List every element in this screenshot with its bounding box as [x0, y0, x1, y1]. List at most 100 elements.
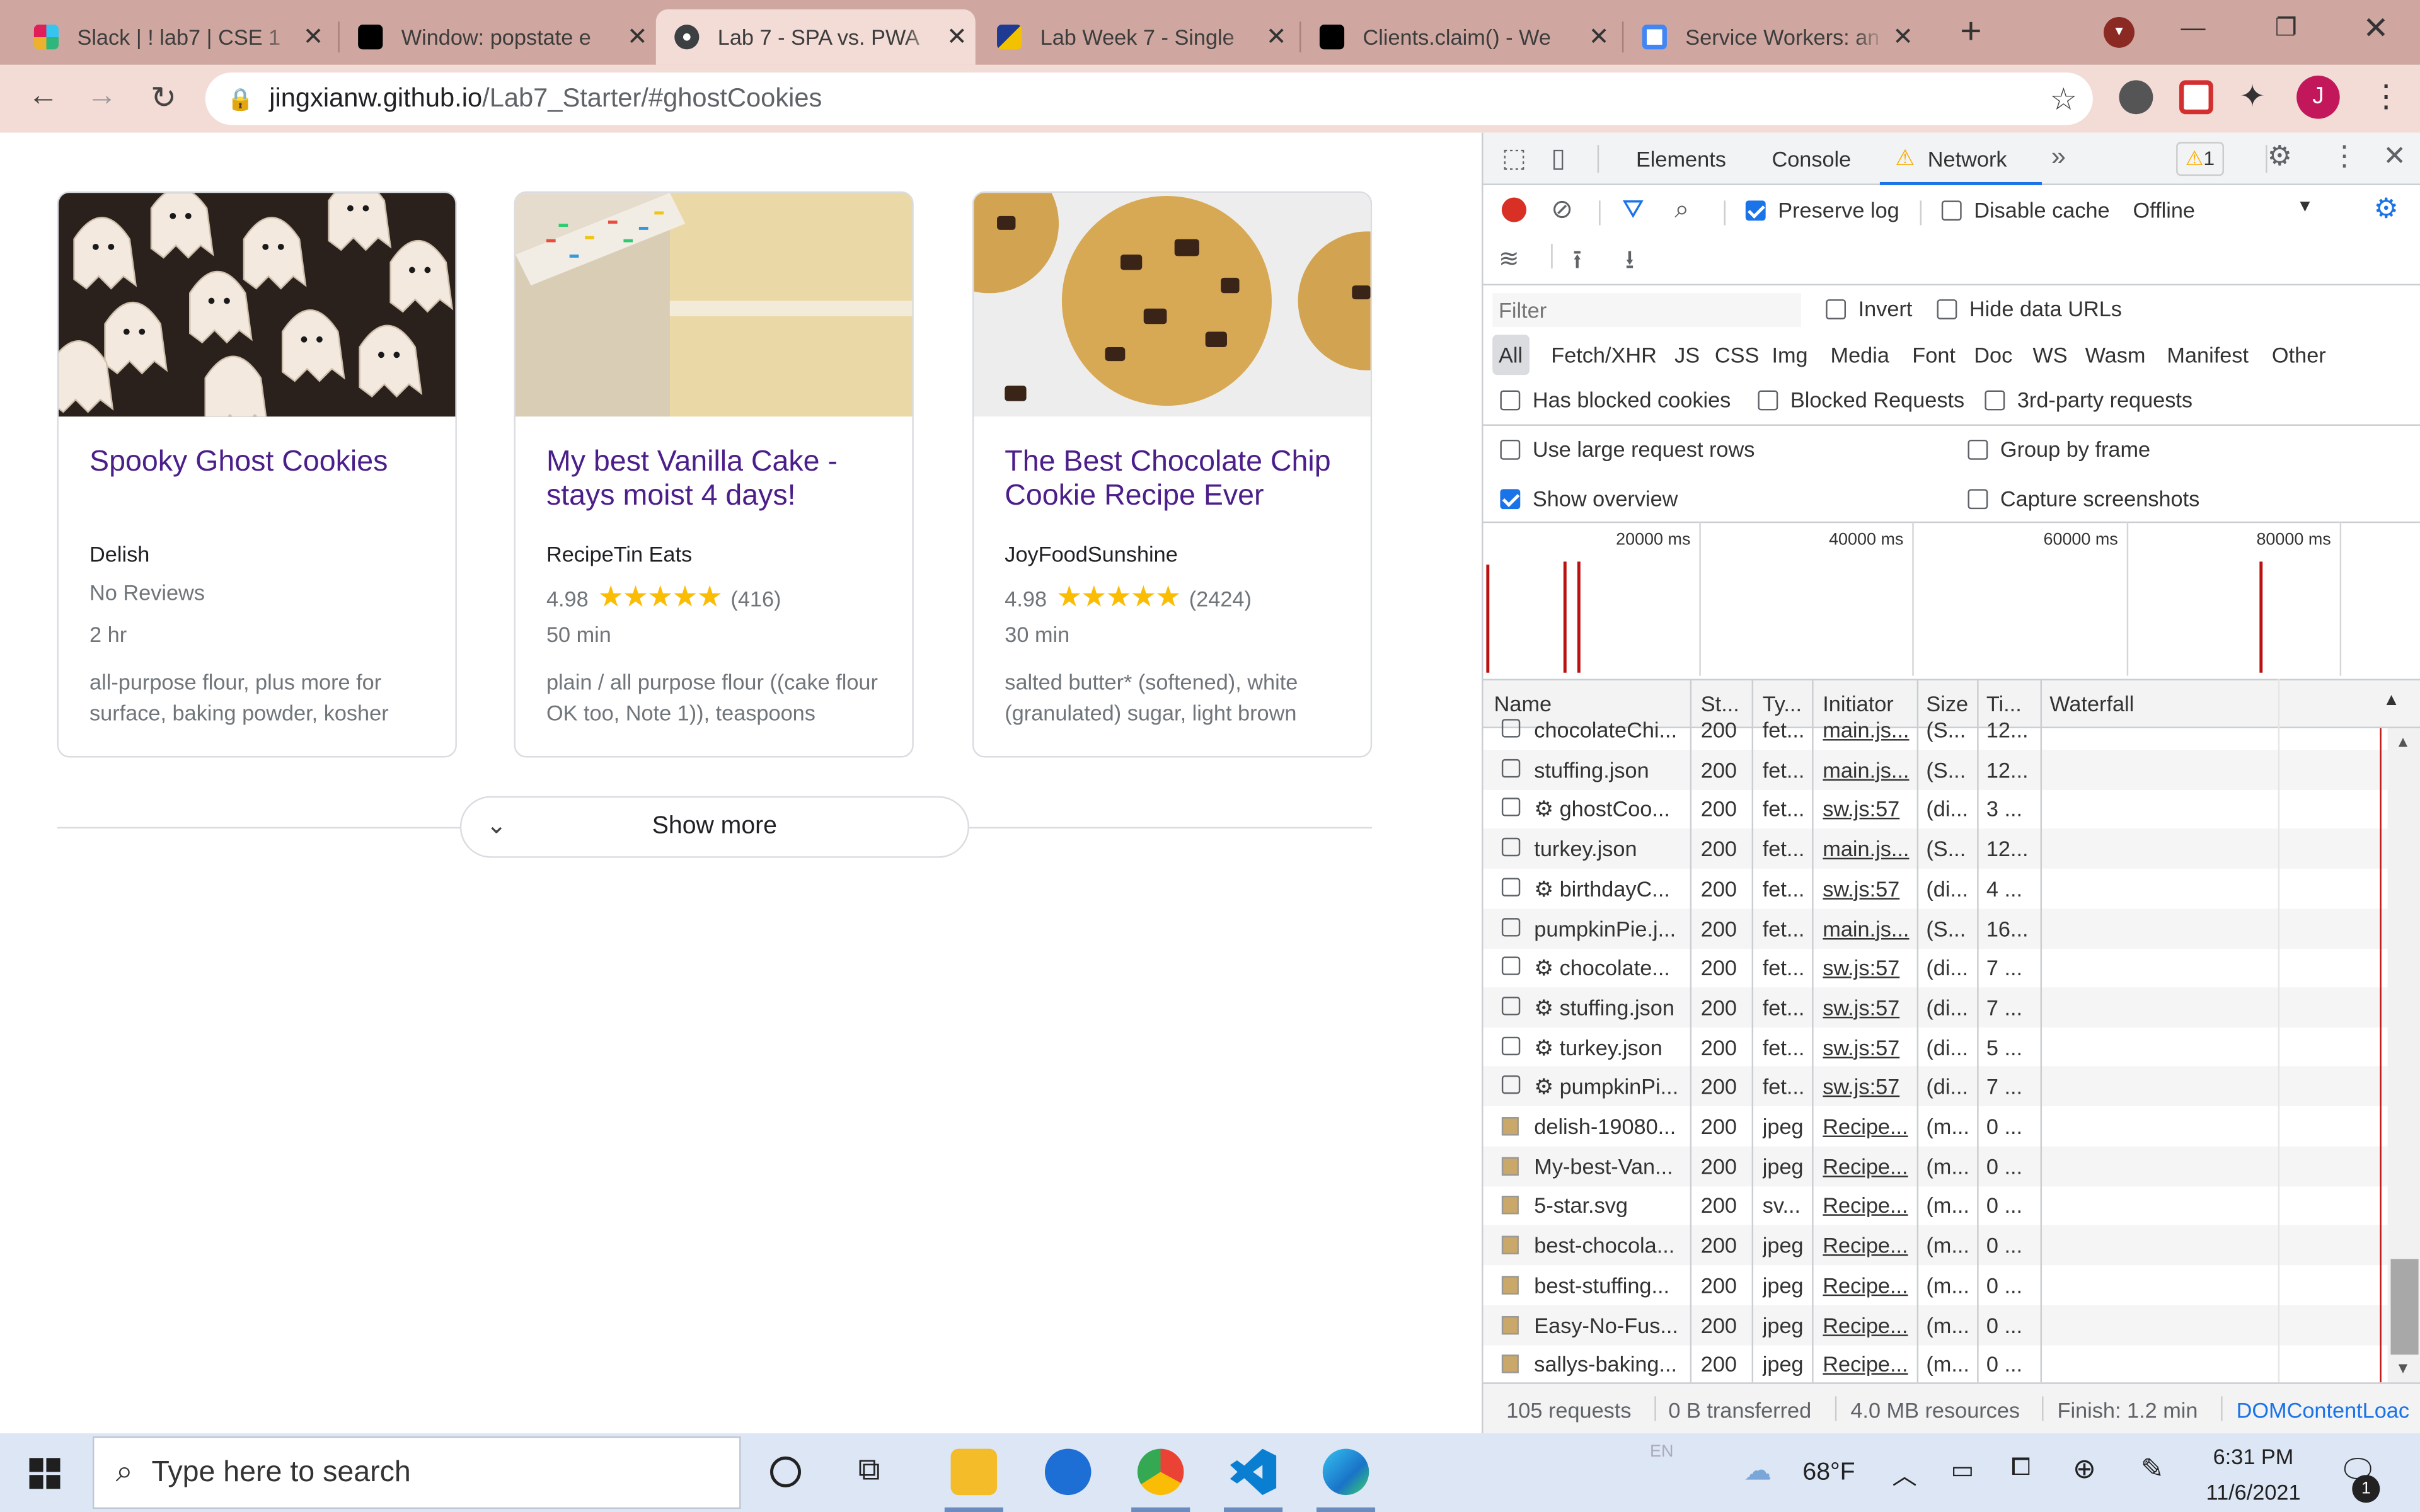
recipe-card[interactable]: The Best Chocolate Chip Cookie Recipe Ev…: [972, 191, 1373, 758]
taskbar-search-box[interactable]: ⌕ Type here to search: [92, 1436, 741, 1509]
preserve-log-checkbox[interactable]: Preserve log: [1745, 197, 1899, 222]
network-request-row[interactable]: pumpkinPie.j... 200 fet... main.js... (S... 1…: [1483, 908, 2388, 948]
weather-temp[interactable]: 68°F: [1802, 1460, 1855, 1487]
request-checkbox[interactable]: [1501, 1075, 1521, 1095]
filter-input[interactable]: [1492, 293, 1801, 328]
windows-start-icon[interactable]: [29, 1458, 60, 1489]
restore-icon[interactable]: ❐: [2275, 13, 2297, 43]
scrollbar[interactable]: ▲ ▼: [2387, 728, 2420, 1383]
network-request-row[interactable]: turkey.json 200 fet... main.js... (S... 12...: [1483, 828, 2388, 869]
devtools-menu-icon[interactable]: ⋮: [2331, 140, 2358, 173]
chevron-up-icon[interactable]: ︿: [1892, 1455, 1916, 1492]
new-tab-button[interactable]: +: [1948, 11, 1994, 53]
tab-elements[interactable]: Elements: [1636, 147, 1726, 171]
address-bar[interactable]: 🔒 jingxianw.github.io /Lab7_Starter/#gho…: [205, 72, 2093, 125]
request-initiator[interactable]: sw.js:57: [1823, 1074, 1912, 1099]
recipe-title-link[interactable]: Spooky Ghost Cookies: [89, 446, 437, 480]
warnings-badge[interactable]: ⚠1: [2176, 142, 2224, 176]
request-initiator[interactable]: sw.js:57: [1823, 1034, 1912, 1059]
network-settings-gear-icon[interactable]: ⚙: [2374, 193, 2399, 225]
request-initiator[interactable]: Recipe...: [1823, 1233, 1912, 1257]
display-icon[interactable]: ⧠: [2011, 1455, 2031, 1482]
network-request-row[interactable]: ⚙ stuffing.json 200 fet... sw.js:57 (di... 7 …: [1483, 987, 2388, 1028]
request-initiator[interactable]: main.js...: [1823, 718, 1912, 742]
close-tab-icon[interactable]: ✕: [295, 21, 332, 52]
network-request-row[interactable]: ⚙ turkey.json 200 fet... sw.js:57 (di... 5 ..…: [1483, 1027, 2387, 1067]
type-filter-other[interactable]: Other: [2272, 343, 2326, 367]
third-party-requests-checkbox[interactable]: 3rd-party requests: [1985, 387, 2192, 412]
network-request-row[interactable]: best-stuffing... 200 jpeg Recipe... (m... 0 .…: [1483, 1265, 2387, 1305]
weather-cloud-icon[interactable]: ☁: [1744, 1455, 1772, 1487]
has-blocked-cookies-checkbox[interactable]: Has blocked cookies: [1500, 387, 1731, 412]
type-filter-font[interactable]: Font: [1912, 343, 1956, 367]
request-initiator[interactable]: Recipe...: [1823, 1312, 1912, 1337]
request-initiator[interactable]: Recipe...: [1823, 1273, 1912, 1297]
settings-gear-icon[interactable]: ⚙: [2267, 140, 2293, 173]
language-indicator[interactable]: EN: [1650, 1443, 1673, 1461]
request-checkbox[interactable]: [1501, 956, 1521, 976]
capture-screenshots-checkbox[interactable]: Capture screenshots: [1968, 486, 2199, 511]
network-request-row[interactable]: best-chocola... 200 jpeg Recipe... (m... 0 ..…: [1483, 1225, 2388, 1266]
filter-funnel-icon[interactable]: ⛛: [1622, 195, 1644, 226]
browser-menu-icon[interactable]: ⋮: [2371, 77, 2402, 115]
recipe-card[interactable]: My best Vanilla Cake - stays moist 4 day…: [514, 191, 914, 758]
edge-icon[interactable]: [1322, 1448, 1369, 1496]
tab-search-icon[interactable]: ▾: [2103, 16, 2135, 48]
network-request-row[interactable]: chocolateChi... 200 fet... main.js... (S... 1…: [1483, 710, 2387, 750]
request-initiator[interactable]: Recipe...: [1823, 1352, 1912, 1377]
forward-icon[interactable]: →: [80, 79, 124, 114]
reload-icon[interactable]: ↻: [142, 79, 185, 117]
network-request-row[interactable]: ⚙ chocolate... 200 fet... sw.js:57 (di... 7 .…: [1483, 948, 2387, 988]
browser-tab[interactable]: Clients.claim() - We ✕: [1301, 9, 1618, 65]
type-filter-manifest[interactable]: Manifest: [2167, 343, 2249, 367]
sort-ascending-icon[interactable]: ▲: [2383, 691, 2400, 709]
request-checkbox[interactable]: [1501, 917, 1521, 936]
type-filter-ws[interactable]: WS: [2032, 343, 2067, 367]
request-initiator[interactable]: Recipe...: [1823, 1114, 1912, 1138]
clock-date[interactable]: 11/6/2021: [2204, 1480, 2303, 1504]
show-more-button[interactable]: ⌄ Show more: [459, 796, 969, 858]
chrome-icon[interactable]: [1137, 1448, 1184, 1496]
search-icon[interactable]: ⌕: [1674, 195, 1689, 226]
browser-tab[interactable]: Lab Week 7 - Single ✕: [979, 9, 1295, 65]
network-request-row[interactable]: stuffing.json 200 fet... main.js... (S... 12.…: [1483, 749, 2388, 790]
network-request-row[interactable]: My-best-Van... 200 jpeg Recipe... (m... 0 ...: [1483, 1145, 2388, 1186]
close-devtools-icon[interactable]: ✕: [2383, 140, 2406, 173]
close-window-icon[interactable]: ✕: [2363, 9, 2388, 48]
inspect-element-icon[interactable]: ⬚: [1502, 144, 1526, 175]
network-request-row[interactable]: Easy-No-Fus... 200 jpeg Recipe... (m... 0 ...: [1483, 1304, 2388, 1345]
network-request-row[interactable]: sallys-baking... 200 jpeg Recipe... (m... 0 .…: [1483, 1344, 2387, 1385]
recipe-card[interactable]: Spooky Ghost Cookies Delish No Reviews 2…: [57, 191, 457, 758]
request-initiator[interactable]: main.js...: [1823, 837, 1912, 861]
request-initiator[interactable]: main.js...: [1823, 757, 1912, 782]
task-view-icon[interactable]: ⧉: [858, 1453, 880, 1489]
clock-time[interactable]: 6:31 PM: [2207, 1444, 2300, 1469]
device-toolbar-icon[interactable]: ▯: [1551, 144, 1565, 175]
request-checkbox[interactable]: [1501, 759, 1521, 777]
puzzle-extensions-icon[interactable]: ✦: [2239, 77, 2265, 115]
show-overview-checkbox[interactable]: Show overview: [1500, 486, 1678, 511]
network-conditions-icon[interactable]: ≋: [1499, 244, 1519, 275]
close-tab-icon[interactable]: ✕: [938, 21, 976, 52]
blocked-requests-checkbox[interactable]: Blocked Requests: [1758, 387, 1964, 412]
record-icon[interactable]: [1501, 197, 1527, 222]
back-icon[interactable]: ←: [21, 79, 65, 114]
type-filter-wasm[interactable]: Wasm: [2085, 343, 2146, 367]
pen-icon[interactable]: ✎: [2141, 1453, 2164, 1486]
type-filter-media[interactable]: Media: [1831, 343, 1889, 367]
browser-tab[interactable]: Window: popstate e ✕: [340, 9, 656, 65]
app-icon[interactable]: [1044, 1448, 1092, 1496]
import-har-upload-icon[interactable]: ⭱: [1573, 241, 1582, 285]
type-filter-js[interactable]: JS: [1674, 343, 1700, 367]
hide-data-urls-checkbox[interactable]: Hide data URLs: [1937, 296, 2122, 321]
tab-console[interactable]: Console: [1772, 147, 1851, 171]
close-tab-icon[interactable]: ✕: [1884, 21, 1922, 52]
request-checkbox[interactable]: [1501, 877, 1521, 896]
tab-network[interactable]: ⚠ Network: [1879, 133, 2043, 185]
extension-icon[interactable]: [2179, 80, 2213, 115]
scroll-up-icon[interactable]: ▲: [2395, 735, 2411, 752]
network-request-row[interactable]: ⚙ birthdayC... 200 fet... sw.js:57 (di... 4 .…: [1483, 868, 2387, 908]
close-tab-icon[interactable]: ✕: [1258, 21, 1295, 52]
type-filter-all[interactable]: All: [1492, 335, 1529, 375]
recipe-title-link[interactable]: The Best Chocolate Chip Cookie Recipe Ev…: [1005, 446, 1352, 514]
